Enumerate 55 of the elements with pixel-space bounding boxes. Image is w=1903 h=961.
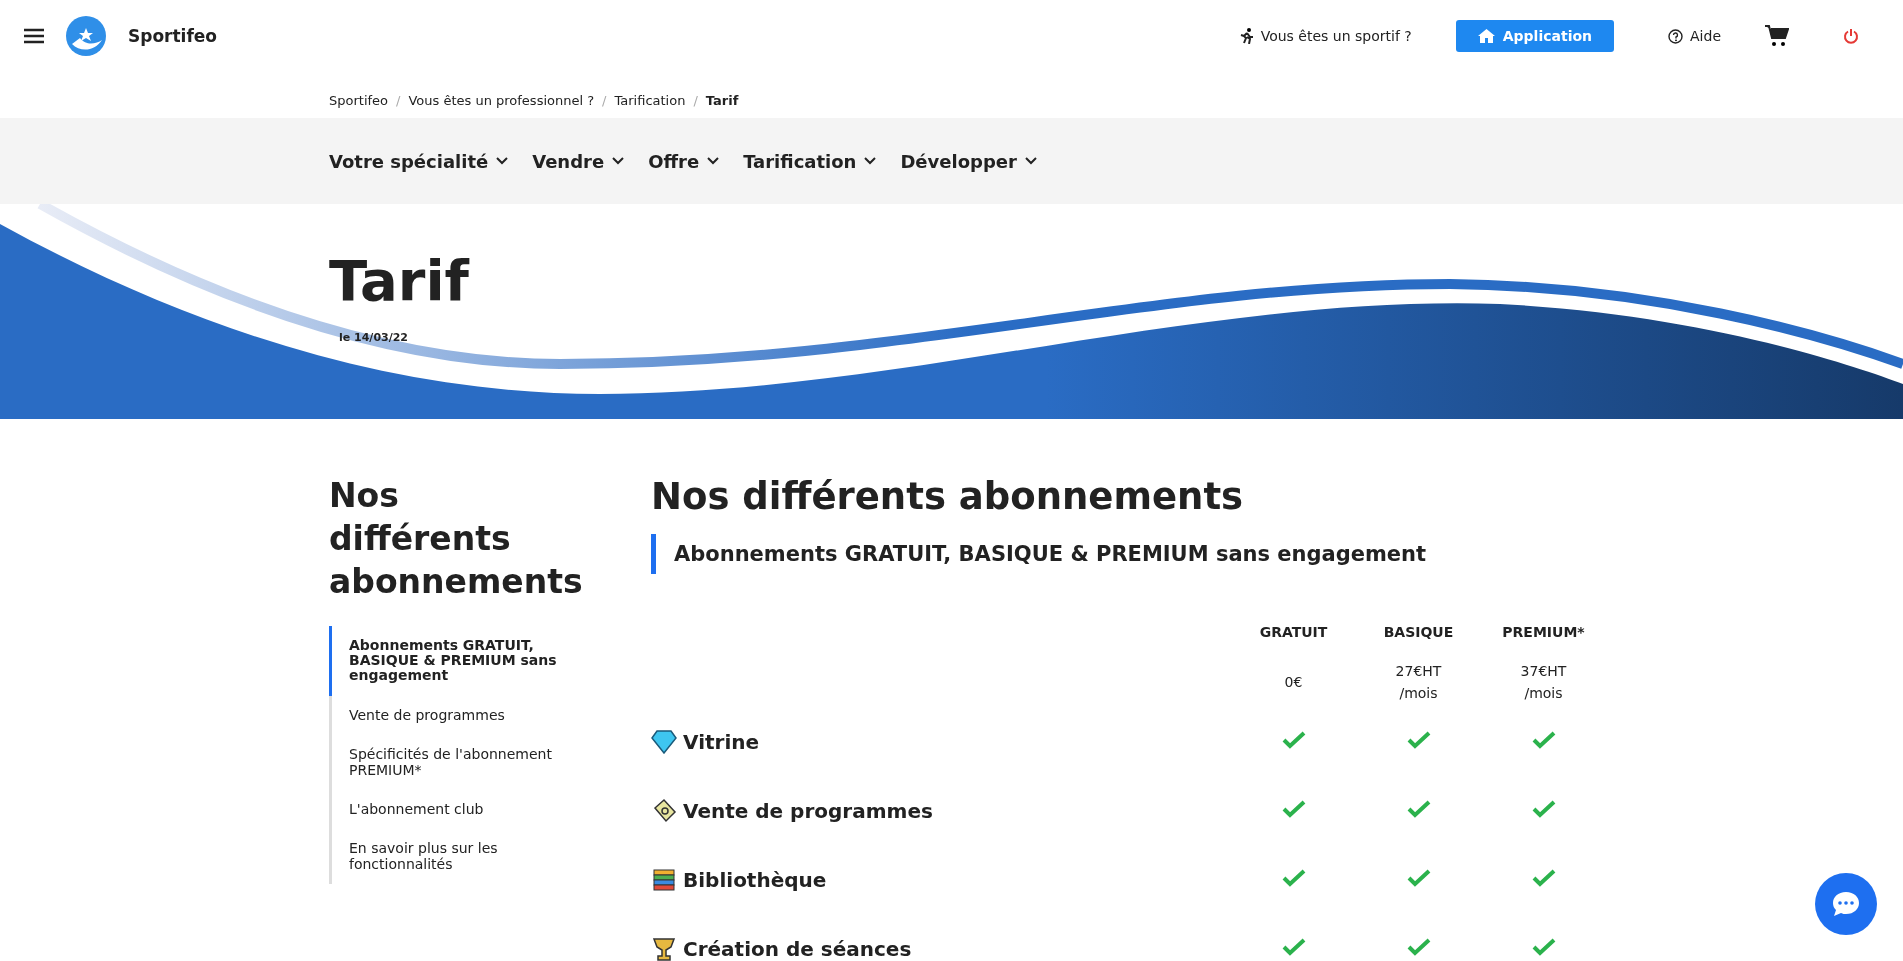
- breadcrumb-link[interactable]: Vous êtes un professionnel ?: [408, 92, 595, 108]
- plan-price: 0€: [1283, 672, 1304, 692]
- breadcrumb-separator: /: [602, 92, 607, 108]
- help-icon: [1668, 28, 1684, 44]
- menu-icon[interactable]: [24, 28, 44, 44]
- nav-menu-item[interactable]: Votre spécialité: [329, 150, 509, 172]
- chat-bubble-icon: [1831, 890, 1861, 918]
- feature-label: Création de séances: [683, 936, 912, 961]
- books-icon: [651, 866, 677, 893]
- breadcrumb-separator: /: [693, 92, 698, 108]
- trophy-icon: [651, 935, 677, 961]
- help-link[interactable]: Aide: [1668, 28, 1721, 44]
- nav-menu-item[interactable]: Offre: [648, 150, 720, 172]
- athlete-link[interactable]: Vous êtes un sportif ?: [1239, 28, 1412, 44]
- logo-icon[interactable]: [64, 14, 108, 58]
- sidebar-link[interactable]: Abonnements GRATUIT, BASIQUE & PREMIUM sans engagement: [329, 625, 591, 696]
- runner-icon: [1239, 28, 1254, 44]
- date-text: le 14/03/22: [339, 331, 409, 344]
- plan-name: BASIQUE: [1383, 623, 1454, 640]
- page-title: Tarif: [329, 248, 469, 313]
- power-icon[interactable]: [1843, 28, 1859, 44]
- plan-price: 37€HT: [1519, 661, 1568, 681]
- nav-menu-item[interactable]: Vendre: [532, 150, 625, 172]
- price-period: /mois: [1523, 684, 1564, 703]
- chevron-down-icon: [496, 157, 509, 165]
- feature-label: Bibliothèque: [683, 867, 827, 892]
- brand-name[interactable]: Sportifeo: [128, 26, 218, 46]
- cart-icon[interactable]: [1765, 25, 1789, 47]
- plan-name: PREMIUM*: [1502, 623, 1585, 640]
- chevron-down-icon: [612, 157, 625, 165]
- plan-name: GRATUIT: [1259, 623, 1328, 640]
- feature-label: Vitrine: [683, 729, 760, 754]
- nav-menu-item[interactable]: Développer: [900, 150, 1037, 172]
- home-icon: [1477, 29, 1495, 43]
- feature-label: Vente de programmes: [683, 798, 933, 823]
- subsection-heading: Abonnements GRATUIT, BASIQUE & PREMIUM sans engagement: [651, 534, 1903, 574]
- breadcrumb-link[interactable]: Sportifeo: [329, 92, 389, 108]
- application-button[interactable]: Application: [1455, 20, 1615, 52]
- plan-price: 27€HT: [1394, 661, 1443, 681]
- chevron-down-icon: [707, 157, 720, 165]
- diamond-icon: [651, 729, 677, 754]
- chevron-down-icon: [864, 157, 877, 165]
- chevron-down-icon: [1024, 157, 1037, 165]
- breadcrumb-separator: /: [396, 92, 401, 108]
- section-heading: Nos différents abonnements: [651, 475, 1245, 518]
- nav-menu-item[interactable]: Tarification: [743, 150, 877, 172]
- breadcrumb-link[interactable]: Tarification: [614, 92, 686, 108]
- sidebar-link[interactable]: Spécificités de l'abonnement PREMIUM*: [329, 735, 591, 790]
- sidebar-title: Nos différents abonnements: [329, 475, 584, 603]
- sidebar-link[interactable]: En savoir plus sur les fonctionnalités: [329, 829, 591, 885]
- ticket-icon: [651, 797, 677, 824]
- sidebar-link[interactable]: L'abonnement club: [329, 790, 591, 830]
- sidebar-link[interactable]: Vente de programmes: [329, 695, 591, 736]
- breadcrumb-link[interactable]: Tarif: [705, 92, 739, 108]
- price-period: /mois: [1398, 684, 1439, 703]
